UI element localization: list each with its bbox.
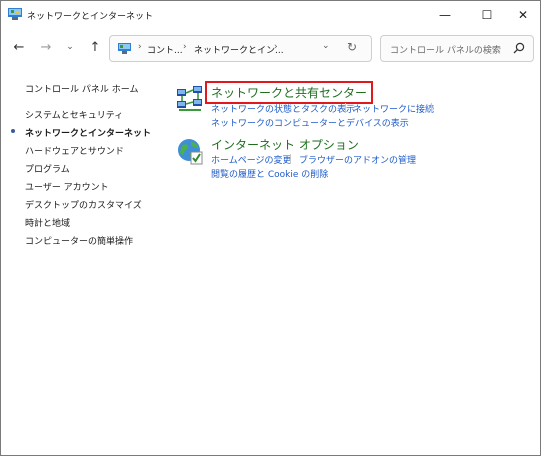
forward-button[interactable]: → [37, 38, 55, 56]
window: ネットワークとインターネット — ☐ ✕ ← → ⌄ ↑ › コント... › … [0, 0, 541, 456]
close-button[interactable]: ✕ [506, 1, 540, 28]
sidebar-item-user-accounts[interactable]: ユーザー アカウント [25, 180, 109, 193]
search-icon[interactable] [513, 42, 525, 54]
search-input[interactable]: コントロール パネルの検索 [390, 43, 501, 56]
category-title-network-sharing-center[interactable]: ネットワークと共有センター [205, 81, 374, 104]
breadcrumb-network-internet[interactable]: ネットワークとイン... [194, 43, 284, 56]
sidebar-item-control-panel-home[interactable]: コントロール パネル ホーム [25, 82, 138, 95]
link-view-network-status[interactable]: ネットワークの状態とタスクの表示 [211, 102, 355, 115]
link-delete-browsing-history[interactable]: 閲覧の履歴と Cookie の削除 [211, 167, 328, 180]
sidebar-item-desktop-customization[interactable]: デスクトップのカスタマイズ [25, 198, 142, 211]
internet-options-icon [178, 139, 203, 165]
link-connect-network[interactable]: ネットワークに接続 [353, 102, 434, 115]
sidebar-item-clock-region[interactable]: 時計と地域 [25, 216, 70, 229]
sidebar-item-ease-of-access[interactable]: コンピューターの簡単操作 [25, 234, 133, 247]
link-separator [405, 154, 406, 164]
navigation-bar: ← → ⌄ ↑ › コント... › ネットワークとイン... › ⌄ ↻ コン… [1, 32, 540, 64]
breadcrumb-separator: › [274, 42, 278, 52]
minimize-button[interactable]: — [428, 1, 462, 28]
sidebar-item-programs[interactable]: プログラム [25, 162, 70, 175]
breadcrumb-control-panel[interactable]: コント... [147, 43, 183, 56]
window-title: ネットワークとインターネット [27, 12, 154, 22]
back-button[interactable]: ← [10, 38, 28, 56]
breadcrumb-separator: › [138, 42, 142, 52]
control-panel-icon [8, 8, 22, 20]
sidebar-item-system-security[interactable]: システムとセキュリティ [25, 108, 123, 121]
link-view-network-computers[interactable]: ネットワークのコンピューターとデバイスの表示 [211, 116, 409, 129]
search-box[interactable]: コントロール パネルの検索 [380, 35, 534, 62]
category-title-internet-options[interactable]: インターネット オプション [211, 136, 359, 153]
maximize-button[interactable]: ☐ [470, 1, 504, 28]
recent-locations-button[interactable]: ⌄ [61, 38, 79, 56]
active-indicator [11, 129, 15, 133]
address-bar[interactable]: › コント... › ネットワークとイン... › ⌄ ↻ [109, 35, 372, 62]
sidebar-item-network-internet[interactable]: ネットワークとインターネット [25, 126, 151, 139]
up-button[interactable]: ↑ [86, 38, 104, 56]
network-center-icon [177, 86, 202, 111]
sidebar-item-hardware-sound[interactable]: ハードウェアとサウンド [25, 144, 124, 157]
address-dropdown-icon[interactable]: ⌄ [322, 41, 330, 51]
link-separator [290, 154, 291, 164]
link-separator [345, 103, 346, 113]
link-manage-addons[interactable]: ブラウザーのアドオンの管理 [299, 153, 416, 166]
link-separator [431, 103, 432, 113]
breadcrumb-separator: › [183, 42, 187, 52]
refresh-icon[interactable]: ↻ [347, 40, 357, 54]
title-bar[interactable]: ネットワークとインターネット — ☐ ✕ [1, 1, 540, 28]
control-panel-icon [118, 43, 131, 54]
link-change-homepage[interactable]: ホームページの変更 [211, 153, 292, 166]
